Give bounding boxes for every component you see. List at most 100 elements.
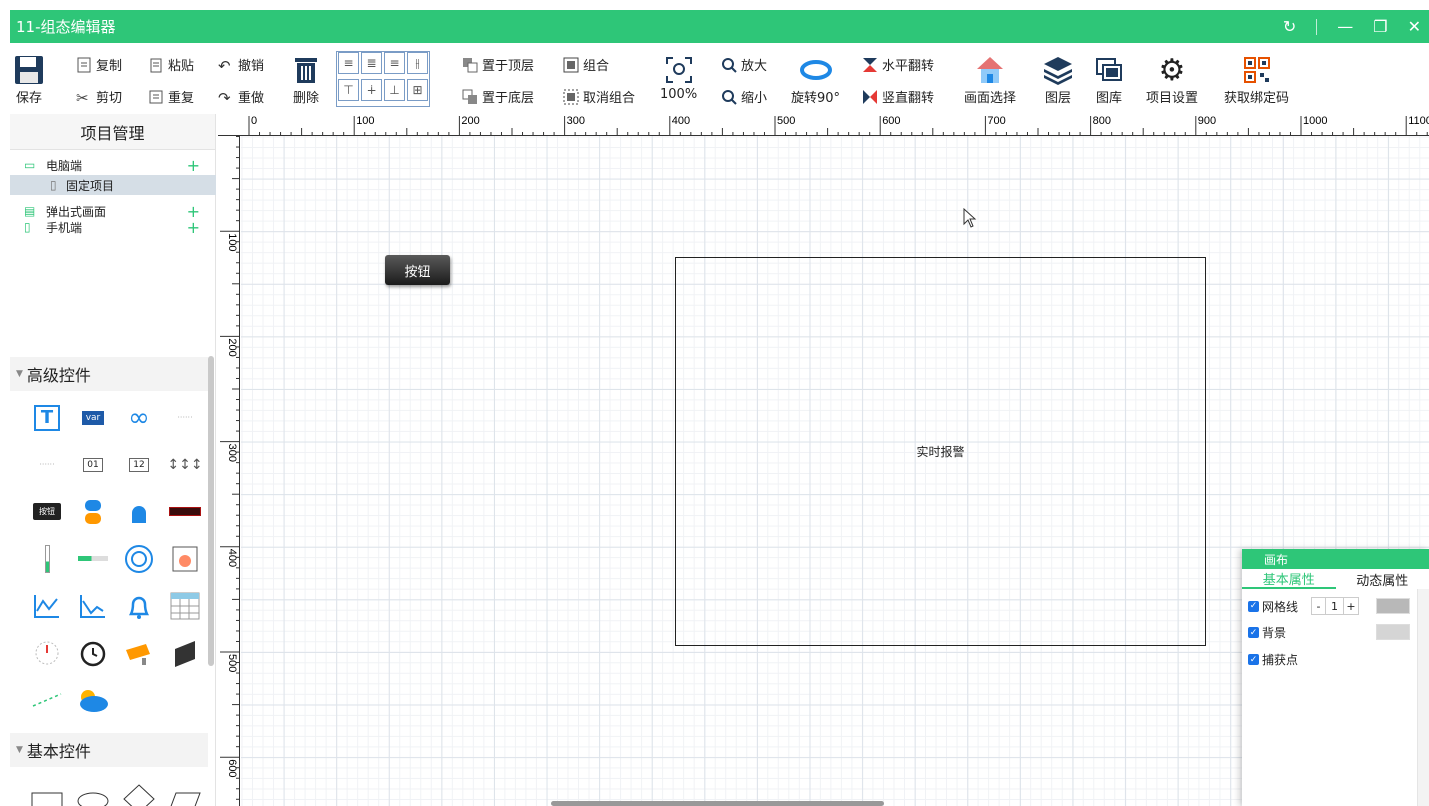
tree-item-mobile[interactable]: ▯ 手机端 +: [10, 217, 216, 237]
weather-icon[interactable]: [70, 676, 116, 723]
send-to-bottom-button[interactable]: 置于底层: [462, 87, 534, 106]
camera-icon[interactable]: [116, 629, 162, 676]
gallery-button[interactable]: 图库: [1092, 53, 1126, 106]
dashed-line-icon[interactable]: [24, 676, 70, 723]
table-icon[interactable]: [162, 582, 208, 629]
background-checkbox[interactable]: ✓: [1248, 627, 1259, 638]
tab-dynamic-properties[interactable]: 动态属性: [1336, 569, 1429, 589]
advanced-controls-header[interactable]: ▼ 高级控件: [10, 357, 208, 391]
zoom-reset-button[interactable]: 100%: [660, 53, 697, 102]
paste-button[interactable]: 粘贴: [148, 55, 194, 74]
ruler-label: 400: [672, 115, 690, 127]
layers-button[interactable]: 图层: [1041, 53, 1075, 106]
cut-button[interactable]: ✂ 剪切: [76, 87, 122, 107]
grid-size-value[interactable]: 1: [1326, 598, 1345, 614]
vertical-ruler: 100 200 300 400 500 600: [218, 136, 240, 806]
project-settings-button[interactable]: ⚙ 项目设置: [1146, 53, 1198, 107]
add-mobile-icon[interactable]: +: [187, 218, 200, 237]
number-input-icon[interactable]: 12: [116, 441, 162, 488]
dashboard-gauge-icon[interactable]: [24, 629, 70, 676]
ungroup-button[interactable]: 取消组合: [563, 87, 635, 106]
web-view-icon[interactable]: [162, 535, 208, 582]
flip-vertical-button[interactable]: 竖直翻转: [862, 87, 934, 106]
grid-checkbox[interactable]: ✓: [1248, 600, 1259, 612]
canvas-horizontal-scrollbar[interactable]: [551, 801, 884, 806]
copy-button[interactable]: 复制: [76, 55, 122, 74]
snap-row: ✓ 捕获点: [1248, 653, 1299, 667]
progress-bar-icon[interactable]: [70, 535, 116, 582]
delete-button[interactable]: 删除: [289, 53, 323, 106]
trend-chart-icon[interactable]: [70, 582, 116, 629]
bind-code-button[interactable]: 获取绑定码: [1224, 53, 1289, 106]
align-top-icon[interactable]: ⊤: [338, 79, 359, 101]
properties-scrollbar[interactable]: [1417, 589, 1429, 806]
number-display-icon[interactable]: 01: [70, 441, 116, 488]
properties-tabs: 基本属性 动态属性: [1242, 569, 1429, 589]
grid-color-swatch[interactable]: [1376, 598, 1410, 614]
align-bottom-icon[interactable]: ⊥: [384, 79, 405, 101]
left-panel-scrollbar[interactable]: [208, 356, 214, 666]
repeat-button[interactable]: 重复: [148, 87, 194, 106]
tree-item-fixed-project[interactable]: ▯ 固定项目: [10, 175, 216, 195]
thermometer-icon[interactable]: [24, 535, 70, 582]
slider-control-icon[interactable]: ↕↕↕: [162, 441, 208, 488]
diamond-shape-icon[interactable]: [116, 774, 162, 806]
alarm-clock-icon[interactable]: [70, 629, 116, 676]
parallelogram-shape-icon[interactable]: [162, 774, 208, 806]
basic-controls-header[interactable]: ▼ 基本控件: [10, 733, 208, 767]
canvas-button-widget[interactable]: 按钮: [385, 255, 450, 285]
close-button[interactable]: ✕: [1408, 17, 1421, 36]
grid-increment-button[interactable]: +: [1344, 598, 1358, 614]
tab-basic-properties[interactable]: 基本属性: [1242, 569, 1336, 589]
flip-horizontal-icon: [862, 57, 878, 73]
mouse-cursor-icon: [963, 207, 977, 231]
minimize-button[interactable]: —: [1337, 17, 1353, 36]
realtime-alarm-widget[interactable]: 实时报警: [675, 257, 1206, 646]
ruler-label: 200: [226, 338, 238, 356]
refresh-icon[interactable]: ↻: [1283, 17, 1296, 36]
distribute-v-icon[interactable]: ⊞: [407, 79, 428, 101]
snap-checkbox[interactable]: ✓: [1248, 654, 1259, 665]
zoom-out-button[interactable]: 缩小: [721, 87, 767, 106]
ruler-label: 300: [226, 444, 238, 462]
bell-icon[interactable]: [116, 582, 162, 629]
rectangle-shape-icon[interactable]: [24, 774, 70, 806]
ellipse-shape-icon[interactable]: [70, 774, 116, 806]
line-chart-icon[interactable]: [24, 582, 70, 629]
background-color-swatch[interactable]: [1376, 624, 1410, 640]
tree-item-desktop[interactable]: ▭ 电脑端 +: [10, 155, 216, 175]
variable-control-icon[interactable]: var: [70, 394, 116, 441]
save-button[interactable]: 保存: [12, 53, 46, 106]
align-center-icon[interactable]: ≣: [361, 52, 382, 74]
gallery-icon: [1092, 53, 1126, 87]
zoom-in-button[interactable]: 放大: [721, 55, 767, 74]
button-control-icon[interactable]: 按钮: [24, 488, 70, 535]
digital-clock-icon[interactable]: [162, 629, 208, 676]
bring-to-top-button[interactable]: 置于顶层: [462, 55, 534, 74]
distribute-h-icon[interactable]: ⫲: [407, 52, 428, 74]
zoom-out-icon: [721, 89, 737, 105]
undo-button[interactable]: ↶ 撤销: [218, 55, 264, 75]
alarm-light-icon[interactable]: [116, 488, 162, 535]
grid-decrement-button[interactable]: -: [1312, 598, 1327, 614]
gauge-ring-icon[interactable]: [116, 535, 162, 582]
link-control-icon[interactable]: ∞: [116, 394, 162, 441]
led-display-icon[interactable]: [162, 488, 208, 535]
align-middle-icon[interactable]: ∔: [361, 79, 382, 101]
collapse-arrow-icon: ▼: [16, 369, 23, 379]
text-control-icon[interactable]: T: [24, 394, 70, 441]
group-button[interactable]: 组合: [563, 55, 609, 74]
align-right-icon[interactable]: ≡: [384, 52, 405, 74]
redo-button[interactable]: ↷ 重做: [218, 87, 264, 107]
scroll-text-icon[interactable]: ······: [162, 394, 208, 441]
screen-select-button[interactable]: 画面选择: [964, 53, 1016, 106]
switch-control-icon[interactable]: [70, 488, 116, 535]
restore-button[interactable]: ❐: [1373, 17, 1387, 36]
flip-horizontal-button[interactable]: 水平翻转: [862, 55, 934, 74]
vertical-ruler-ticks: 100 200 300 400 500 600: [220, 136, 240, 800]
dynamic-text-icon[interactable]: ······: [24, 441, 70, 488]
add-desktop-icon[interactable]: +: [187, 156, 200, 175]
rotate-button[interactable]: 旋转90°: [791, 53, 840, 106]
align-left-icon[interactable]: ≡: [338, 52, 359, 74]
save-icon: [12, 53, 46, 87]
